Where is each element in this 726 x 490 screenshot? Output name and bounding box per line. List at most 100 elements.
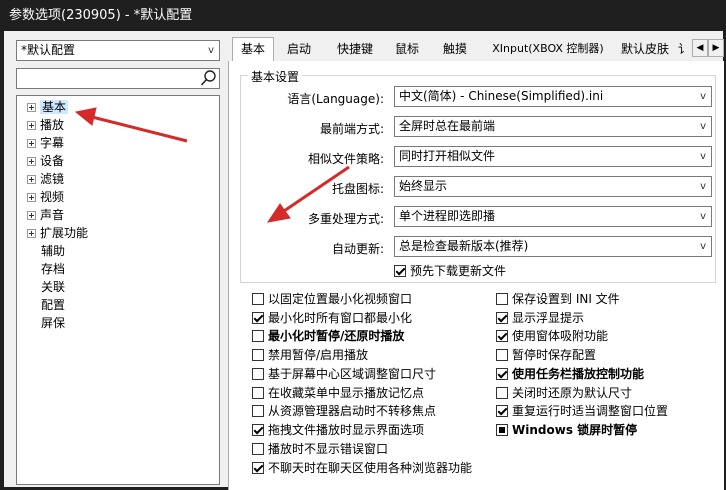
option-label: 保存设置到 INI 文件 <box>512 292 620 306</box>
similar-files-label: 相似文件策略: <box>307 152 384 166</box>
chevron-down-icon: v <box>700 181 706 192</box>
chevron-down-icon: v <box>700 241 706 252</box>
checkbox-box[interactable] <box>252 443 264 455</box>
tab-mouse[interactable]: 鼠标 <box>390 39 424 60</box>
chevron-down-icon: v <box>700 91 706 102</box>
option-show-osd[interactable]: 显示浮显提示 <box>496 310 584 326</box>
tree-item-label: 辅助 <box>41 244 66 258</box>
tab-basic[interactable]: 基本 <box>232 37 274 61</box>
option-adjust-position[interactable]: 重复运行时适当调整窗口位置 <box>496 403 668 419</box>
multi-process-dropdown[interactable]: 单个进程即选即播 v <box>394 206 712 227</box>
option-restore-default-size[interactable]: 关闭时还原为默认尺寸 <box>496 385 632 401</box>
checkbox-box[interactable] <box>496 368 508 380</box>
option-label: 使用窗体吸附功能 <box>512 329 609 343</box>
search-icon[interactable] <box>199 69 217 88</box>
checkbox-box[interactable] <box>496 387 508 399</box>
expand-icon[interactable] <box>27 157 36 166</box>
tree-item-device[interactable]: 设备 <box>27 153 64 170</box>
option-favorites-bookmarks[interactable]: 在收藏菜单中显示播放记忆点 <box>252 385 424 401</box>
tree-item-playback[interactable]: 播放 <box>27 117 64 134</box>
tab-partial[interactable]: 讠 <box>678 39 690 60</box>
tree-item-label: 扩展功能 <box>40 226 89 240</box>
expand-icon[interactable] <box>27 121 36 130</box>
similar-files-dropdown[interactable]: 同时打开相似文件 v <box>394 146 712 167</box>
tab-scroll-right-icon[interactable]: ▶ <box>708 39 724 57</box>
chevron-down-icon: v <box>700 211 706 222</box>
tree-item-label: 视频 <box>40 190 65 204</box>
checkbox-box[interactable] <box>252 368 264 380</box>
option-pause-on-minimize[interactable]: 最小化时暂停/还原时播放 <box>252 328 404 344</box>
profile-dropdown[interactable]: *默认配置 v <box>16 40 220 61</box>
checkbox-box[interactable] <box>252 462 264 474</box>
auto-update-dropdown-value: 总是检查最新版本(推荐) <box>399 239 529 253</box>
expand-icon[interactable] <box>27 103 36 112</box>
tree-item-audio[interactable]: 声音 <box>27 207 64 224</box>
similar-files-dropdown-value: 同时打开相似文件 <box>399 149 496 163</box>
tab-default-skin[interactable]: 默认皮肤 <box>616 39 674 60</box>
option-taskbar-controls[interactable]: 使用任务栏播放控制功能 <box>496 366 644 382</box>
language-dropdown[interactable]: 中文(简体) - Chinese(Simplified).ini v <box>394 86 712 107</box>
tray-icon-dropdown[interactable]: 始终显示 v <box>394 176 712 197</box>
option-disable-pause[interactable]: 禁用暂停/启用播放 <box>252 347 368 363</box>
option-pause-on-lock[interactable]: Windows 锁屏时暂停 <box>496 422 637 438</box>
tree-item-screensaver[interactable]: 屏保 <box>41 315 65 332</box>
tab-hotkeys[interactable]: 快捷键 <box>332 39 378 60</box>
option-label: 关闭时还原为默认尺寸 <box>512 386 633 400</box>
checkbox-box[interactable] <box>496 330 508 342</box>
chevron-down-icon: v <box>700 121 706 132</box>
option-save-ini[interactable]: 保存设置到 INI 文件 <box>496 291 620 307</box>
tree-item-label: 设备 <box>40 154 65 168</box>
option-chat-browser[interactable]: 不聊天时在聊天区使用各种浏览器功能 <box>252 460 472 476</box>
checkbox-box[interactable] <box>496 424 508 436</box>
option-drag-show-options[interactable]: 拖拽文件播放时显示界面选项 <box>252 422 424 438</box>
topmost-dropdown[interactable]: 全屏时总在最前端 v <box>394 116 712 137</box>
checkbox-box[interactable] <box>252 387 264 399</box>
tab-startup[interactable]: 启动 <box>282 39 316 60</box>
checkbox-box[interactable] <box>252 424 264 436</box>
option-keep-focus[interactable]: 从资源管理器启动时不转移焦点 <box>252 403 436 419</box>
tab-scroll-left-icon[interactable]: ◀ <box>692 39 708 57</box>
option-save-on-pause[interactable]: 暂停时保存配置 <box>496 347 596 363</box>
option-center-resize[interactable]: 基于屏幕中心区域调整窗口尺寸 <box>252 366 436 382</box>
tray-icon-label: 托盘图标: <box>331 182 384 196</box>
option-hide-errors[interactable]: 播放时不显示错误窗口 <box>252 441 388 457</box>
tree-item-archive[interactable]: 存档 <box>41 261 65 278</box>
checkbox-box[interactable] <box>496 349 508 361</box>
predownload-checkbox[interactable]: 预先下载更新文件 <box>394 263 506 279</box>
tree-item-extensions[interactable]: 扩展功能 <box>27 225 88 242</box>
option-minimize-all[interactable]: 最小化时所有窗口都最小化 <box>252 310 412 326</box>
tree-item-association[interactable]: 关联 <box>41 279 65 296</box>
checkbox-box[interactable] <box>496 293 508 305</box>
checkbox-box[interactable] <box>252 349 264 361</box>
expand-icon[interactable] <box>27 175 36 184</box>
checkbox-box[interactable] <box>252 312 264 324</box>
expand-icon[interactable] <box>27 193 36 202</box>
checkbox-box[interactable] <box>252 293 264 305</box>
tree-item-subtitle[interactable]: 字幕 <box>27 135 64 152</box>
checkbox-box[interactable] <box>496 312 508 324</box>
checkbox-box[interactable] <box>252 330 264 342</box>
expand-icon[interactable] <box>27 229 36 238</box>
tree-item-assist[interactable]: 辅助 <box>41 243 65 260</box>
checkbox-box[interactable] <box>252 405 264 417</box>
search-input[interactable] <box>16 68 220 89</box>
tab-strip: 基本 启动 快捷键 鼠标 触摸 XInput(XBOX 控制器) 默认皮肤 讠 … <box>228 37 724 62</box>
checkbox-box[interactable] <box>394 265 406 277</box>
tree-item-video[interactable]: 视频 <box>27 189 64 206</box>
tree-item-label: 字幕 <box>40 136 65 150</box>
chevron-down-icon: v <box>208 45 214 56</box>
option-label: 拖拽文件播放时显示界面选项 <box>268 423 425 437</box>
topmost-dropdown-value: 全屏时总在最前端 <box>399 119 496 133</box>
tab-xinput[interactable]: XInput(XBOX 控制器) <box>486 39 610 60</box>
tree-item-config[interactable]: 配置 <box>41 297 65 314</box>
expand-icon[interactable] <box>27 211 36 220</box>
option-window-snap[interactable]: 使用窗体吸附功能 <box>496 328 608 344</box>
tree-item-filter[interactable]: 滤镜 <box>27 171 64 188</box>
checkbox-box[interactable] <box>496 405 508 417</box>
tree-item-basic[interactable]: 基本 <box>27 99 69 116</box>
auto-update-dropdown[interactable]: 总是检查最新版本(推荐) v <box>394 236 712 257</box>
tree-item-label: 配置 <box>41 298 66 312</box>
option-fixed-minimize[interactable]: 以固定位置最小化视频窗口 <box>252 291 412 307</box>
tab-touch[interactable]: 触摸 <box>438 39 472 60</box>
expand-icon[interactable] <box>27 139 36 148</box>
